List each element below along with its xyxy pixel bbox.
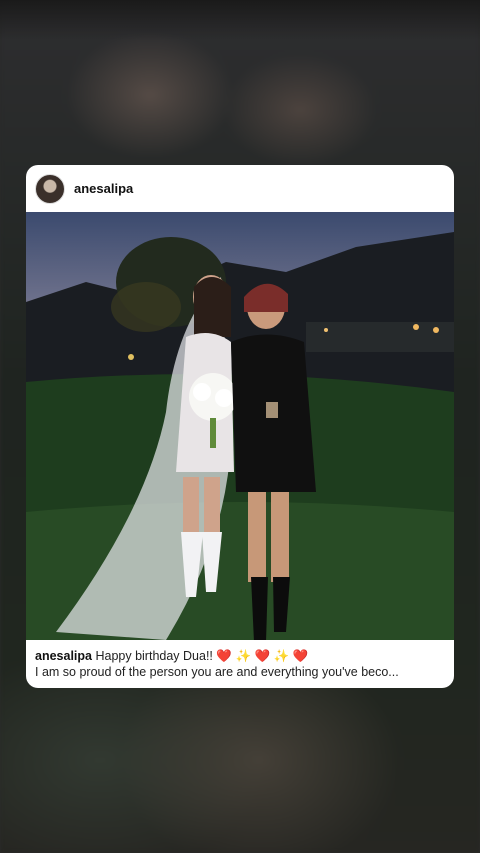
- post-caption: anesalipa Happy birthday Dua!! ❤️ ✨ ❤️ ✨…: [35, 648, 445, 680]
- profile-avatar[interactable]: [35, 173, 65, 204]
- post-header: anesalipa: [26, 165, 454, 212]
- caption-username[interactable]: anesalipa: [35, 649, 92, 663]
- post-card[interactable]: anesalipa anesalipa Happy birthday Dua!!…: [26, 165, 454, 688]
- sparkles-icon: ✨: [235, 649, 252, 663]
- heart-icon: ❤️: [216, 649, 232, 663]
- caption-line-2[interactable]: I am so proud of the person you are and …: [35, 664, 445, 680]
- sparkles-icon: ✨: [273, 649, 290, 663]
- caption-line-1: anesalipa Happy birthday Dua!! ❤️ ✨ ❤️ ✨…: [35, 648, 445, 664]
- caption-text: Happy birthday Dua!!: [95, 649, 213, 663]
- post-username[interactable]: anesalipa: [74, 181, 133, 196]
- photo-scene: [26, 232, 454, 640]
- heart-icon: ❤️: [292, 649, 309, 663]
- top-shade: [0, 0, 480, 40]
- heart-icon: ❤️: [254, 649, 271, 663]
- post-photo[interactable]: [26, 212, 454, 640]
